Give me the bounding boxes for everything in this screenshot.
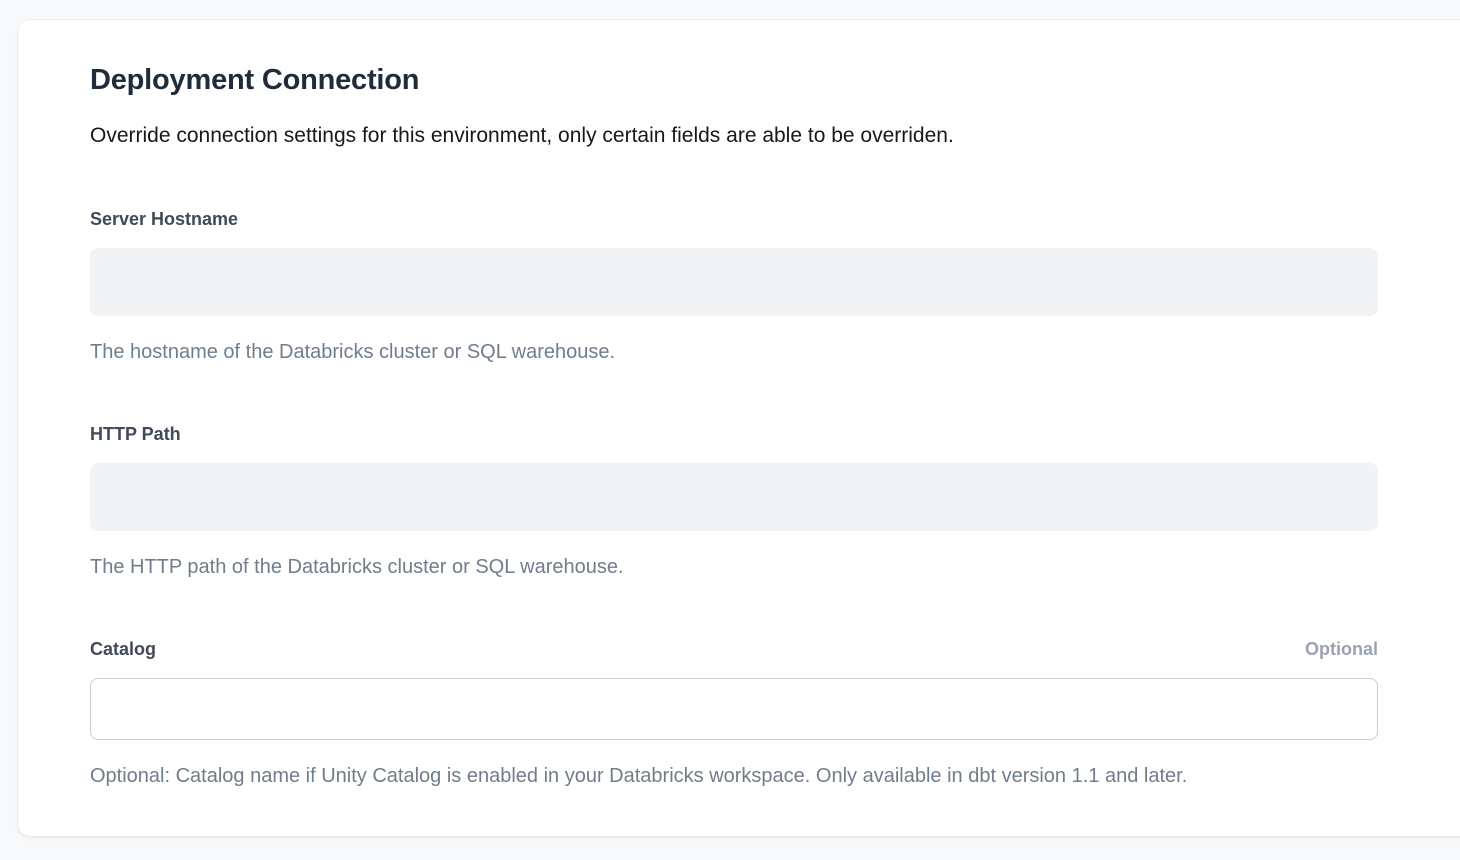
server-hostname-label: Server Hostname (90, 209, 238, 230)
card-content: Deployment Connection Override connectio… (18, 20, 1460, 788)
page-subtitle: Override connection settings for this en… (90, 123, 1460, 148)
catalog-input[interactable] (90, 678, 1378, 740)
catalog-help-text: Optional: Catalog name if Unity Catalog … (90, 764, 1378, 788)
server-hostname-label-row: Server Hostname (90, 209, 1378, 230)
server-hostname-field: Server Hostname The hostname of the Data… (90, 209, 1378, 364)
catalog-optional-badge: Optional (1305, 639, 1378, 660)
http-path-input (90, 463, 1378, 531)
deployment-connection-card: Deployment Connection Override connectio… (18, 20, 1460, 836)
catalog-label-row: Catalog Optional (90, 639, 1378, 660)
server-hostname-help-text: The hostname of the Databricks cluster o… (90, 340, 1378, 364)
server-hostname-input (90, 248, 1378, 316)
catalog-label: Catalog (90, 639, 156, 660)
http-path-field: HTTP Path The HTTP path of the Databrick… (90, 424, 1378, 579)
http-path-label-row: HTTP Path (90, 424, 1378, 445)
catalog-field: Catalog Optional Optional: Catalog name … (90, 639, 1378, 788)
http-path-label: HTTP Path (90, 424, 181, 445)
http-path-help-text: The HTTP path of the Databricks cluster … (90, 555, 1378, 579)
page-title: Deployment Connection (90, 64, 1460, 97)
